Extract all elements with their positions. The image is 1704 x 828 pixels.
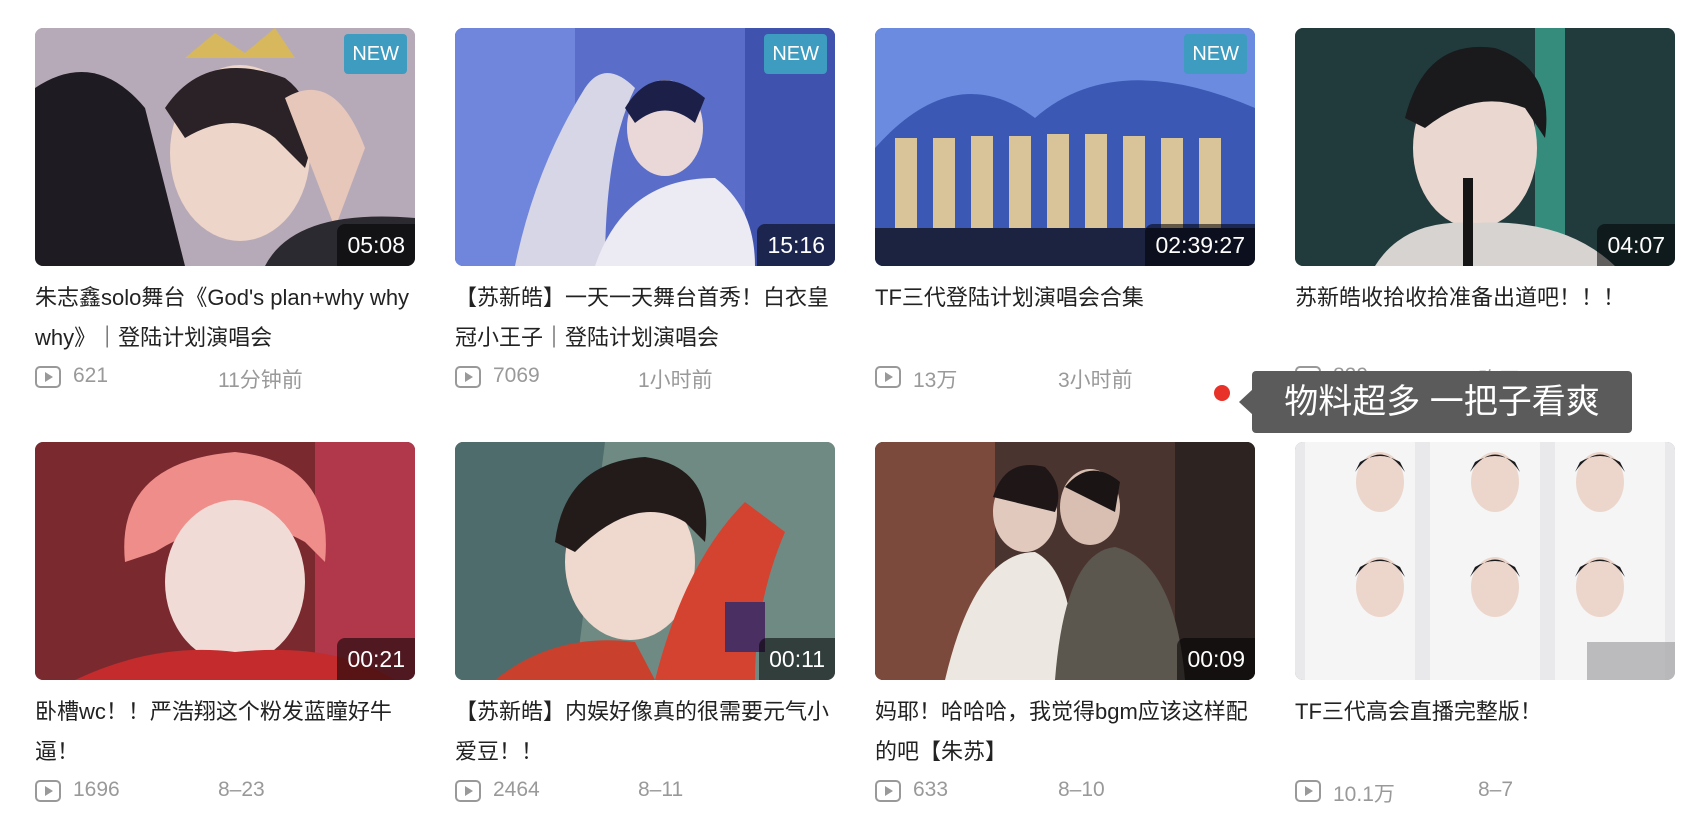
video-title[interactable]: 卧槽wc！！严浩翔这个粉发蓝瞳好牛逼！ [35,692,415,772]
video-thumbnail[interactable]: NEW 02:39:27 [875,28,1255,266]
play-count-icon [455,366,481,388]
duration-label: 05:08 [337,224,415,266]
video-thumbnail[interactable] [1295,442,1675,680]
video-thumbnail[interactable]: NEW 05:08 [35,28,415,266]
tooltip: 物料超多 一把子看爽 [1252,371,1632,433]
video-meta: 621 11分钟前 [35,358,415,398]
play-count-icon [455,780,481,802]
video-thumbnail[interactable]: 00:11 [455,442,835,680]
video-title[interactable]: TF三代高会直播完整版！ [1295,692,1675,772]
video-meta: 2464 8–11 [455,772,835,812]
video-thumbnail[interactable]: 00:09 [875,442,1255,680]
video-meta: 1696 8–23 [35,772,415,812]
video-title[interactable]: TF三代登陆计划演唱会合集 [875,278,1255,358]
video-card[interactable]: TF三代高会直播完整版！ 10.1万 8–7 [1295,442,1675,812]
view-count: 10.1万 [1333,783,1395,806]
play-count-icon [35,366,61,388]
new-badge: NEW [1184,34,1247,74]
video-title[interactable]: 【苏新皓】内娱好像真的很需要元气小爱豆！！ [455,692,835,772]
publish-time: 8–23 [218,778,265,801]
video-meta: 633 8–10 [875,772,1255,812]
video-title[interactable]: 【苏新皓】一天一天舞台首秀！白衣皇冠小王子｜登陆计划演唱会 [455,278,835,358]
video-card[interactable]: NEW 02:39:27 TF三代登陆计划演唱会合集 13万 3小时前 [875,28,1255,398]
view-count: 2464 [493,778,540,801]
video-card[interactable]: NEW 15:16 【苏新皓】一天一天舞台首秀！白衣皇冠小王子｜登陆计划演唱会 … [455,28,835,398]
publish-time: 8–10 [1058,778,1105,801]
video-thumbnail[interactable]: 00:21 [35,442,415,680]
video-card[interactable]: 00:21 卧槽wc！！严浩翔这个粉发蓝瞳好牛逼！ 1696 8–23 [35,442,415,812]
tooltip-arrow [1239,389,1253,415]
video-meta: 13万 3小时前 [875,358,1255,398]
duration-label: 02:39:27 [1145,224,1255,266]
publish-time: 1小时前 [638,369,713,392]
video-meta: 10.1万 8–7 [1295,772,1675,812]
view-count: 633 [913,778,949,801]
play-count-icon [875,366,901,388]
thumbnail-image [1295,442,1675,680]
duration-label: 00:09 [1177,638,1255,680]
video-card[interactable]: 00:09 妈耶！哈哈哈，我觉得bgm应该这样配的吧【朱苏】 633 8–10 [875,442,1255,812]
video-title[interactable]: 妈耶！哈哈哈，我觉得bgm应该这样配的吧【朱苏】 [875,692,1255,772]
play-count-icon [1295,780,1321,802]
publish-time: 8–7 [1478,778,1514,801]
duration-label: 00:21 [337,638,415,680]
view-count: 13万 [913,369,958,392]
notification-dot [1214,385,1230,401]
video-title[interactable]: 苏新皓收拾收拾准备出道吧！！！ [1295,278,1675,358]
video-thumbnail[interactable]: 04:07 [1295,28,1675,266]
publish-time: 11分钟前 [218,369,303,392]
video-card[interactable]: 04:07 苏新皓收拾收拾准备出道吧！！！ 829 昨天 [1295,28,1675,398]
play-count-icon [35,780,61,802]
video-card[interactable]: NEW 05:08 朱志鑫solo舞台《God's plan+why why w… [35,28,415,398]
duration-label: 15:16 [757,224,835,266]
play-count-icon [875,780,901,802]
video-card[interactable]: 00:11 【苏新皓】内娱好像真的很需要元气小爱豆！！ 2464 8–11 [455,442,835,812]
duration-label: 00:11 [759,638,835,680]
publish-time: 8–11 [638,778,684,801]
new-badge: NEW [764,34,827,74]
publish-time: 3小时前 [1058,369,1133,392]
video-meta: 7069 1小时前 [455,358,835,398]
view-count: 621 [73,364,109,387]
new-badge: NEW [344,34,407,74]
view-count: 7069 [493,364,540,387]
view-count: 1696 [73,778,120,801]
duration-label: 04:07 [1597,224,1675,266]
video-thumbnail[interactable]: NEW 15:16 [455,28,835,266]
video-title[interactable]: 朱志鑫solo舞台《God's plan+why why why》｜登陆计划演唱… [35,278,415,358]
